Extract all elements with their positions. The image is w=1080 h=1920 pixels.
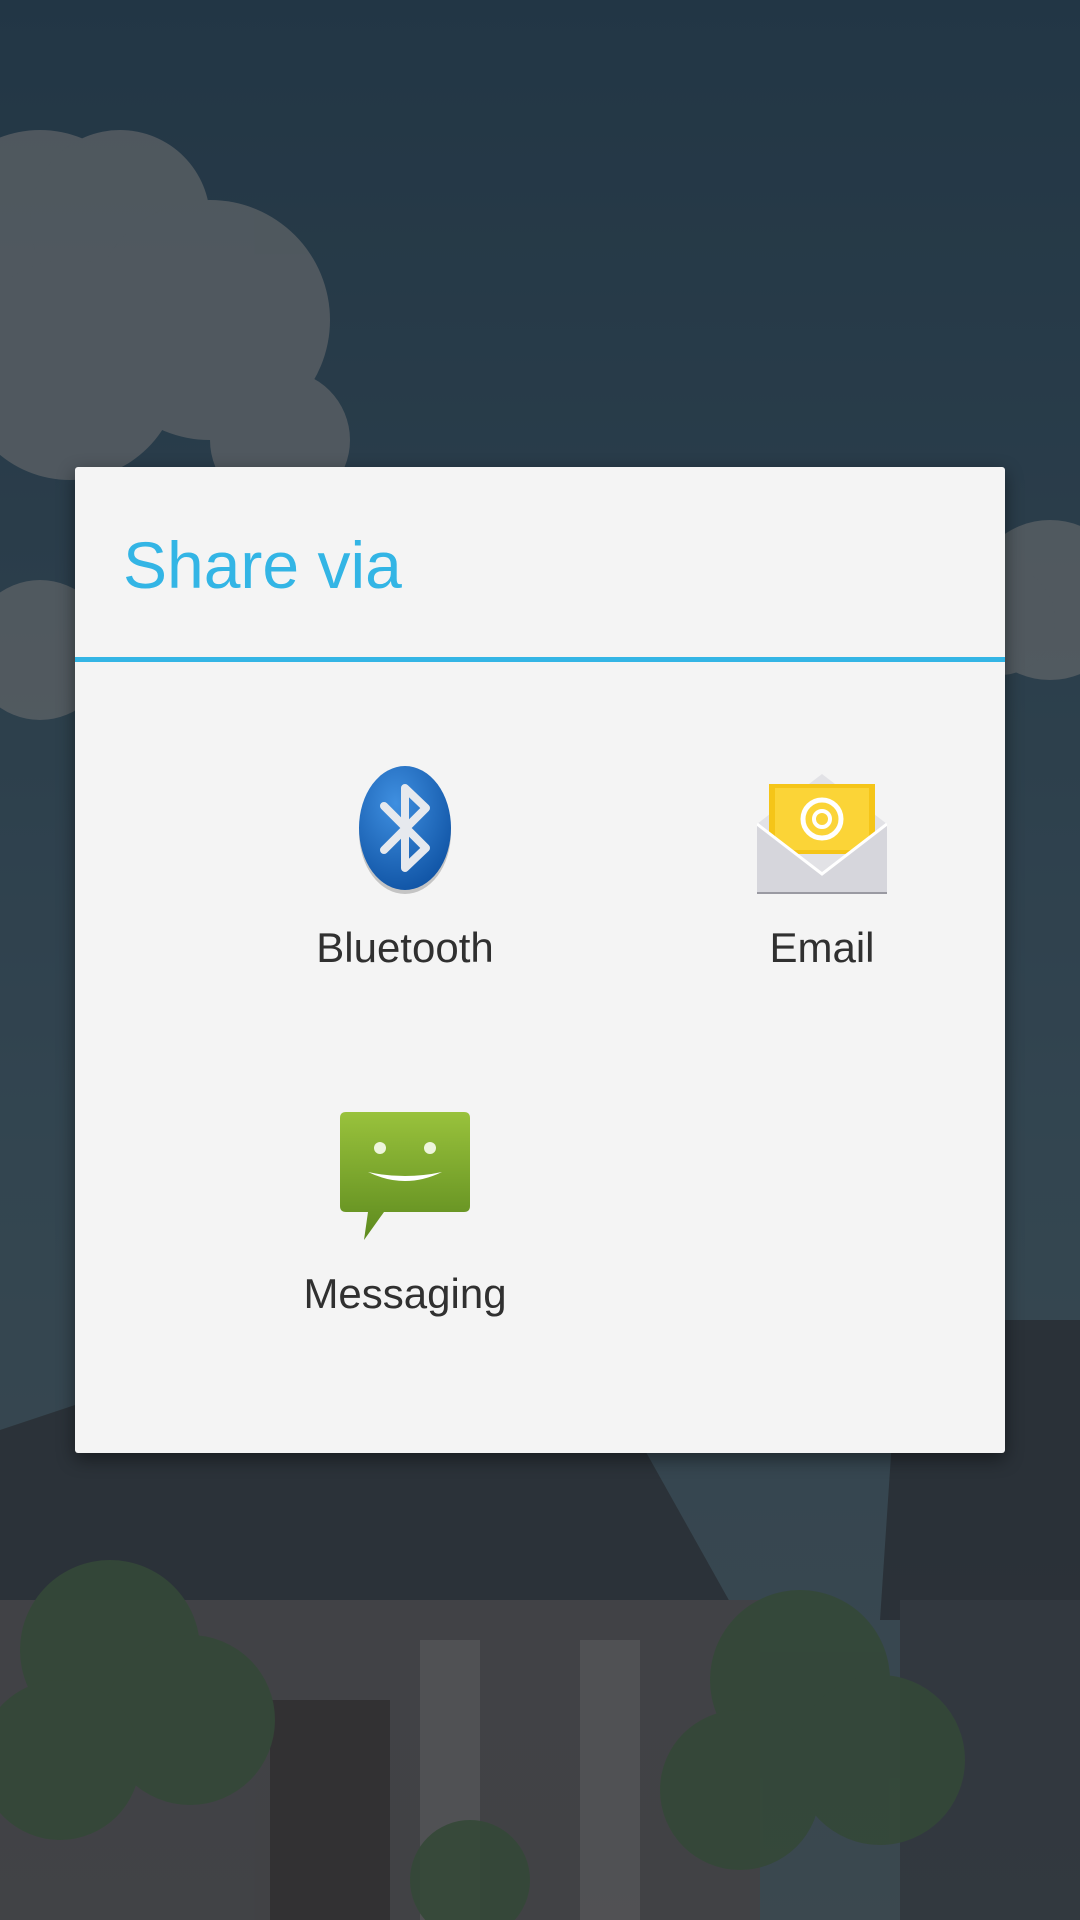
messaging-icon	[340, 1110, 470, 1240]
share-option-label: Messaging	[303, 1270, 507, 1317]
share-option-label: Email	[769, 924, 875, 971]
share-option-email[interactable]: Email	[652, 764, 992, 1064]
email-icon	[756, 764, 888, 896]
share-option-label: Bluetooth	[316, 924, 494, 971]
dialog-title: Share via	[123, 528, 402, 602]
share-option-messaging[interactable]: Messaging	[235, 1110, 575, 1410]
title-divider	[75, 657, 1005, 662]
share-option-bluetooth[interactable]: Bluetooth	[235, 764, 575, 1064]
share-dialog: Share via Bluetooth Email Messaging	[75, 467, 1005, 1453]
bluetooth-icon	[340, 764, 470, 894]
